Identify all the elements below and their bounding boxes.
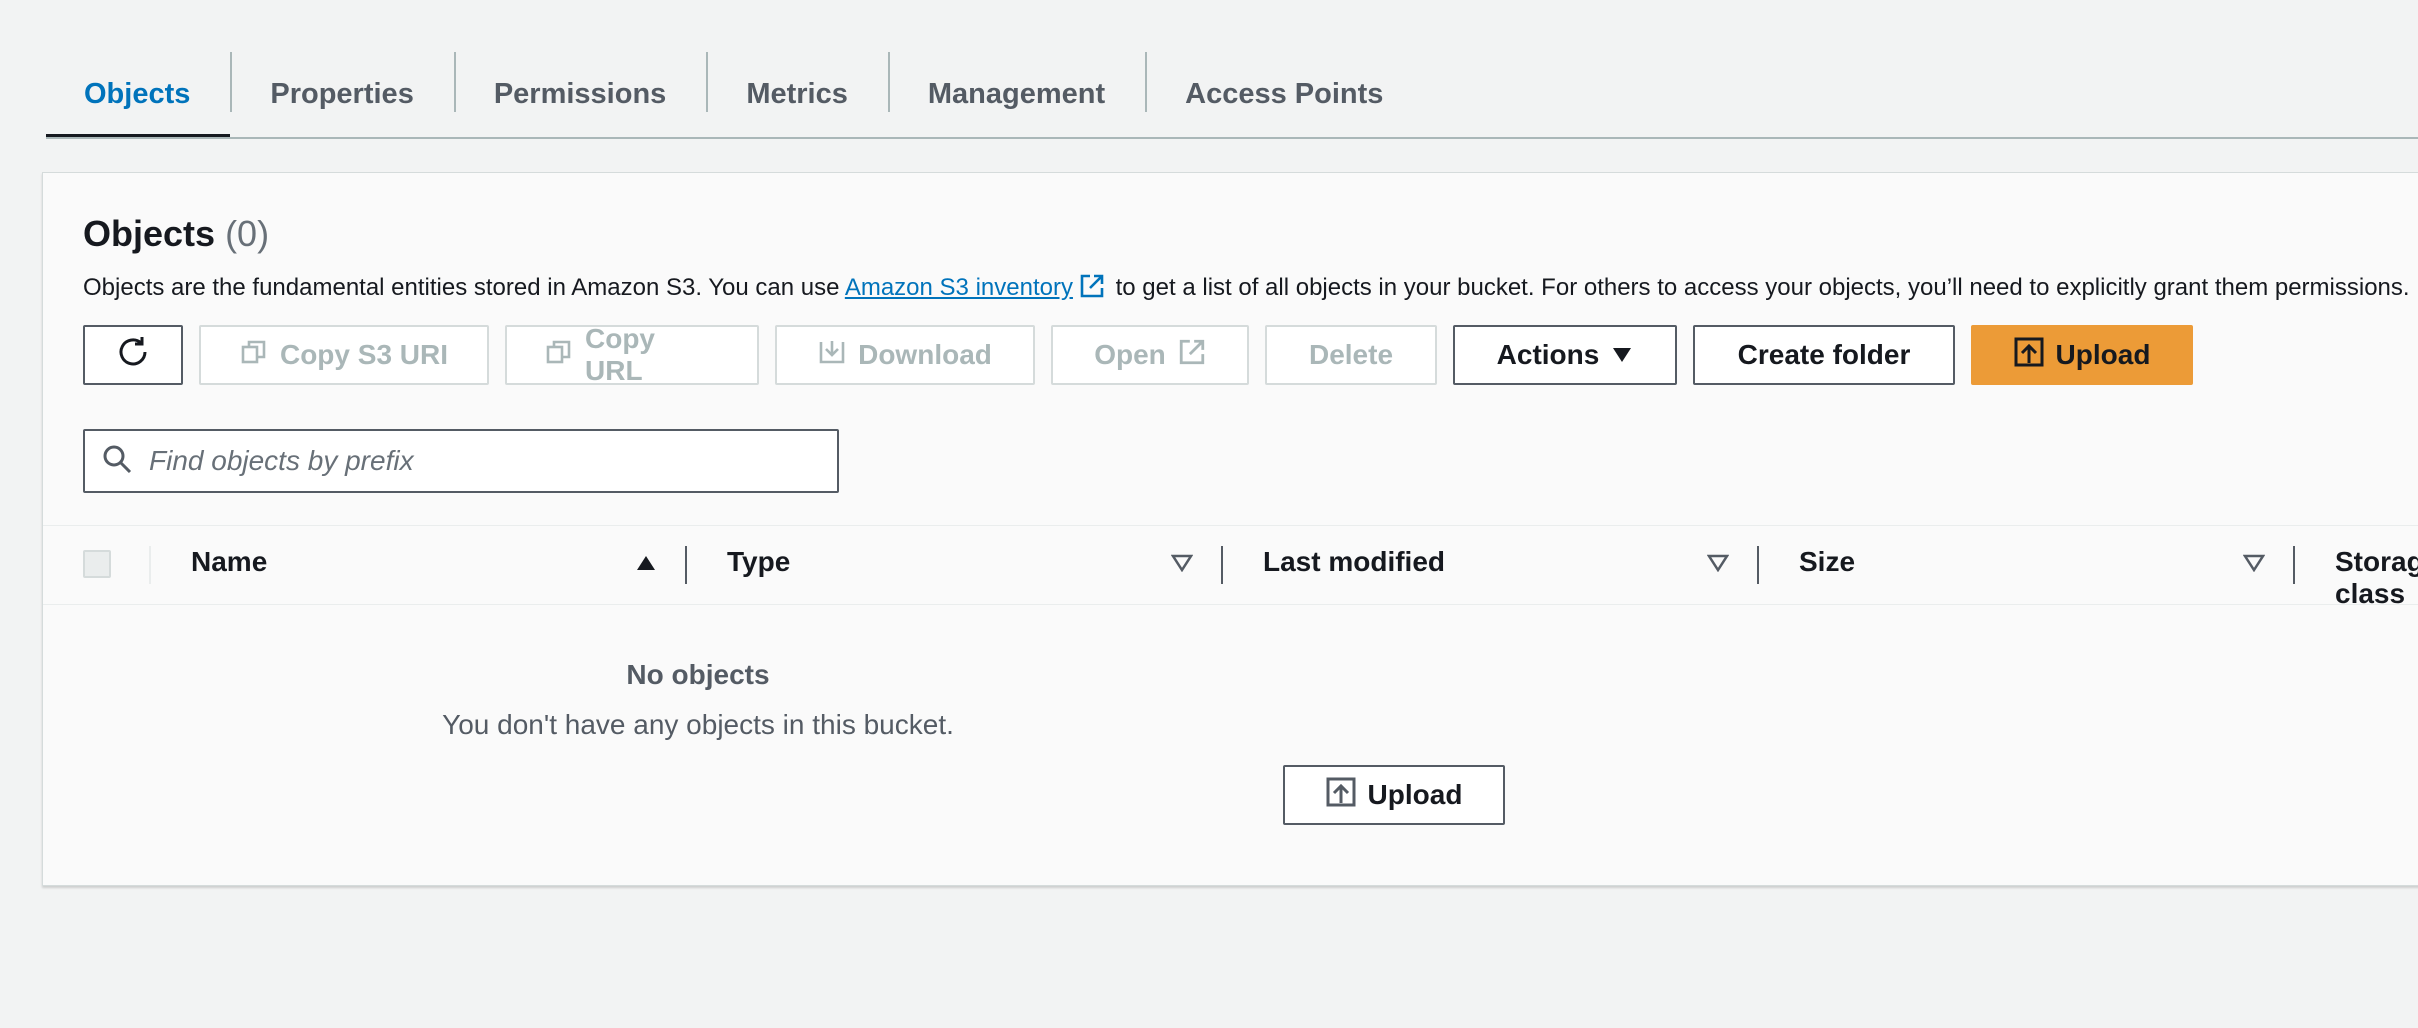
upload-icon [1326,777,1356,814]
sort-descending-icon[interactable] [1170,554,1194,577]
column-header-name[interactable]: Name [191,546,267,578]
description-text-start: Objects are the fundamental entities sto… [83,274,840,301]
table-header: Name Type Last modified Size Storage cla… [43,525,2418,609]
column-resize-handle[interactable] [685,546,687,584]
copy-url-button[interactable]: Copy URL [505,323,759,386]
objects-panel: Objects (0) Objects are the fundamental … [42,172,2418,886]
column-header-storage-class[interactable]: Storage class [2335,546,2418,610]
open-label: Open [1094,339,1166,370]
caret-down-icon [1611,339,1633,371]
tab-properties[interactable]: Properties [230,50,453,138]
empty-upload-label: Upload [1367,779,1463,810]
sort-ascending-icon[interactable] [635,554,657,577]
column-header-size[interactable]: Size [1799,546,1855,578]
sort-descending-icon[interactable] [2242,554,2266,577]
copy-s3-uri-label: Copy S3 URI [279,339,449,370]
tab-bar-divider [46,137,2418,139]
download-button[interactable]: Download [775,325,1035,385]
actions-label: Actions [1496,339,1600,370]
tab-metrics[interactable]: Metrics [706,50,888,138]
column-header-last-modified[interactable]: Last modified [1263,546,1445,578]
external-link-icon[interactable] [1079,273,1105,306]
create-folder-label: Create folder [1737,339,1911,370]
copy-icon [240,338,268,373]
refresh-button[interactable] [83,325,183,385]
search-box [83,429,839,493]
delete-label: Delete [1308,339,1394,370]
tab-bar: Objects Properties Permissions Metrics M… [46,50,1423,138]
s3-inventory-link[interactable]: Amazon S3 inventory [845,274,1073,301]
upload-label: Upload [2055,339,2151,370]
upload-icon [2014,337,2044,374]
refresh-icon [115,334,151,377]
object-count: (0) [225,213,270,254]
tab-access-points[interactable]: Access Points [1145,50,1423,138]
column-resize-handle[interactable] [1221,546,1223,584]
external-link-icon [1178,338,1206,373]
sort-descending-icon[interactable] [1706,554,1730,577]
search-icon [101,443,133,480]
column-divider [149,546,151,584]
tab-objects[interactable]: Objects [46,50,231,138]
column-resize-handle[interactable] [1757,546,1759,584]
actions-dropdown-button[interactable]: Actions [1453,325,1677,385]
tab-management[interactable]: Management [887,50,1145,138]
upload-button[interactable]: Upload [1971,325,2193,385]
delete-button[interactable]: Delete [1265,325,1437,385]
copy-url-label: Copy URL [585,323,655,386]
empty-state-title: No objects [626,659,770,690]
copy-s3-uri-button[interactable]: Copy S3 URI [199,325,489,385]
download-label: Download [858,339,992,370]
column-header-type[interactable]: Type [727,546,790,578]
empty-state-upload-button[interactable]: Upload [1283,765,1505,825]
objects-toolbar: Copy S3 URI Copy URL Download Open Delet… [83,323,2193,386]
panel-description: Objects are the fundamental entities sto… [83,273,2410,306]
select-all-checkbox[interactable] [83,550,111,578]
copy-icon [545,338,573,373]
create-folder-button[interactable]: Create folder [1693,325,1955,385]
tab-permissions[interactable]: Permissions [453,50,706,138]
panel-title: Objects (0) [83,213,269,255]
column-resize-handle[interactable] [2293,546,2295,584]
empty-state-message: You don't have any objects in this bucke… [442,709,954,740]
search-input[interactable] [147,444,791,478]
open-button[interactable]: Open [1051,325,1249,385]
download-icon [818,338,846,373]
description-text-end: to get a list of all objects in your buc… [1115,274,2410,301]
panel-title-text: Objects [83,213,216,254]
